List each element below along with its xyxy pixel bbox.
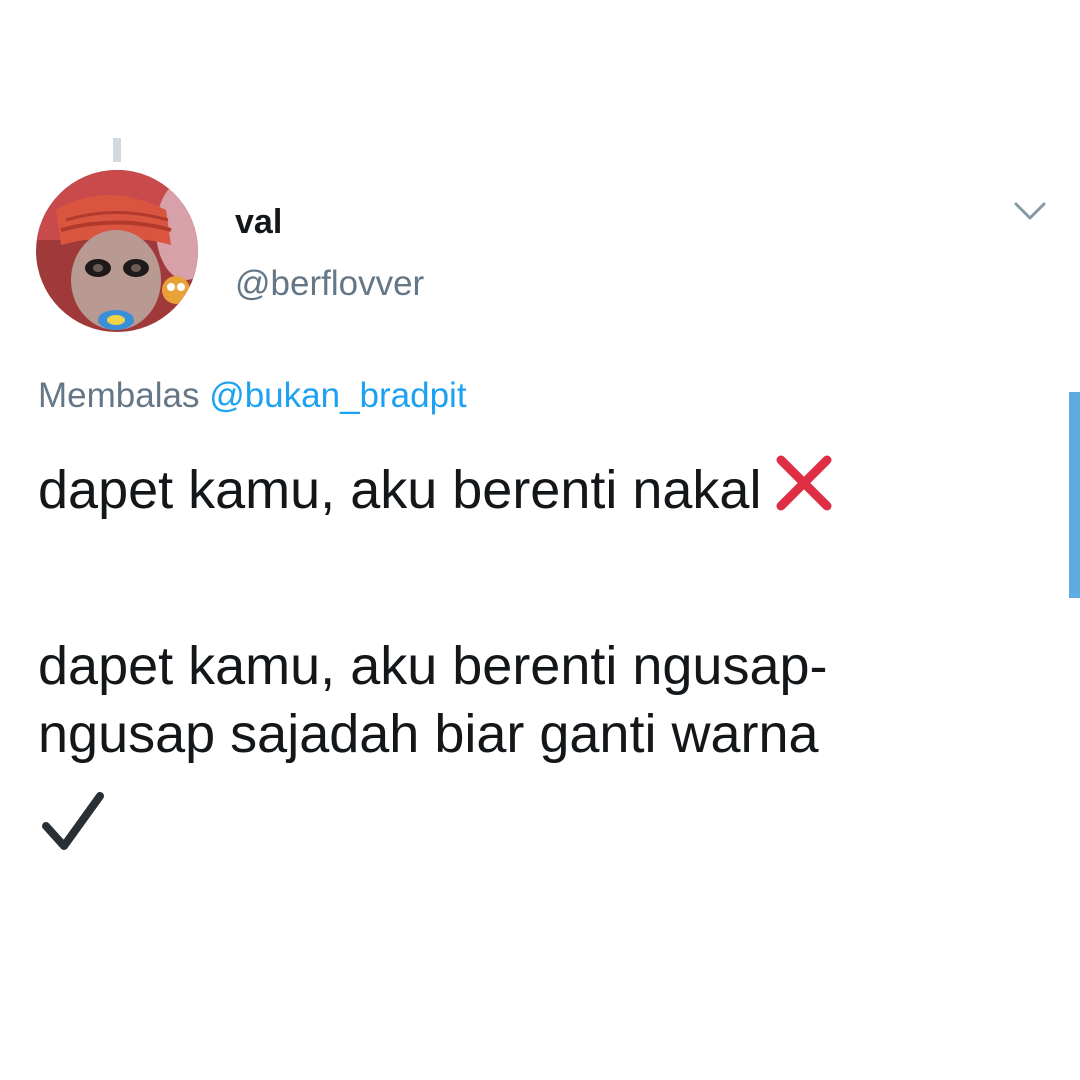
reply-prefix: Membalas — [38, 376, 200, 415]
cross-mark-icon — [771, 450, 837, 532]
avatar[interactable] — [36, 170, 198, 332]
user-handle[interactable]: @berflovver — [235, 261, 424, 307]
chevron-down-icon[interactable] — [1010, 196, 1050, 226]
tweet-line-2b: ngusap sajadah biar ganti warna — [38, 704, 819, 764]
tweet-paragraph-1: dapet kamu, aku berenti nakal — [38, 450, 1038, 532]
thread-connector-line — [113, 138, 121, 162]
tweet-line-1: dapet kamu, aku berenti nakal — [38, 460, 762, 520]
scrollbar[interactable] — [1069, 392, 1080, 598]
tweet-text: dapet kamu, aku berenti nakal dapet kamu… — [38, 450, 1038, 768]
reply-context: Membalas @bukan_bradpit — [38, 372, 467, 420]
reply-mention-link[interactable]: @bukan_bradpit — [209, 376, 466, 415]
check-mark-icon — [40, 790, 106, 856]
profile-photo-icon — [36, 170, 198, 332]
tweet-paragraph-2: dapet kamu, aku berenti ngusap- ngusap s… — [38, 632, 1038, 768]
tweet-screen: val @berflovver Membalas @bukan_bradpit … — [0, 0, 1080, 1080]
tweet-line-2a: dapet kamu, aku berenti ngusap- — [38, 636, 828, 696]
display-name[interactable]: val — [235, 200, 282, 244]
